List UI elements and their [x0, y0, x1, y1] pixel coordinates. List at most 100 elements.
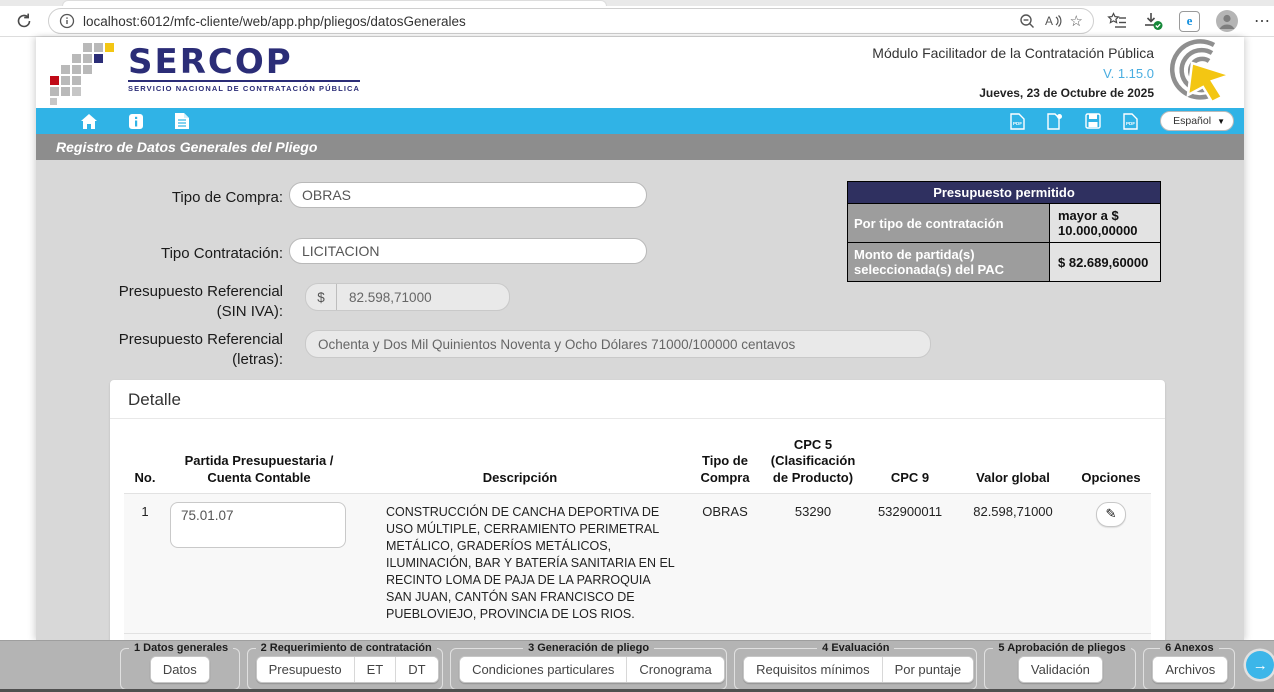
presupuesto-letras-label-line2: (letras):: [232, 351, 283, 368]
row-tipo-compra: OBRAS: [688, 502, 762, 623]
presupuesto-letras-label: Presupuesto Referencial (letras):: [93, 330, 283, 371]
arrow-right-icon: →: [1253, 657, 1268, 674]
ie-mode-icon[interactable]: e: [1179, 11, 1200, 32]
next-step-button[interactable]: →: [1246, 651, 1274, 679]
pp-row1-value: mayor a $ 10.000,00000: [1050, 204, 1160, 242]
download-icon[interactable]: [1142, 11, 1164, 31]
detalle-panel: Detalle No. Partida Presupuestaria / Cue…: [110, 380, 1165, 669]
col-no: No.: [124, 470, 166, 486]
datos-button[interactable]: Datos: [151, 657, 209, 682]
browser-action-icons: e ⋯: [1107, 9, 1271, 33]
wizard-group-datos-generales: 1 Datos generales Datos: [120, 642, 240, 690]
document-icon[interactable]: [174, 112, 190, 130]
browser-menu-icon[interactable]: ⋯: [1254, 11, 1271, 31]
presupuesto-permitido-title: Presupuesto permitido: [848, 182, 1160, 203]
read-aloud-icon[interactable]: A: [1044, 13, 1062, 29]
pp-row2-value: $ 82.689,60000: [1050, 243, 1160, 281]
content-area: Tipo de Compra: Tipo Contratación: Presu…: [36, 160, 1244, 640]
pp-row2-label: Monto de partida(s) seleccionada(s) del …: [848, 243, 1050, 281]
dt-button[interactable]: DT: [395, 657, 437, 682]
table-row: 1 75.01.07 CONSTRUCCIÓN DE CANCHA DEPORT…: [124, 493, 1151, 634]
condiciones-particulares-button[interactable]: Condiciones particulares: [460, 657, 626, 682]
presupuesto-siniva-value: 82.598,71000: [337, 290, 444, 305]
wizard-legend: 3 Generación de pliego: [523, 642, 654, 654]
col-descripcion: Descripción: [352, 470, 688, 486]
tipo-compra-input[interactable]: [289, 182, 647, 208]
refresh-icon[interactable]: [12, 9, 36, 33]
save-icon[interactable]: [1085, 113, 1101, 129]
edit-row-button[interactable]: ✎: [1096, 502, 1126, 527]
svg-text:PDF: PDF: [1013, 121, 1022, 126]
wizard-group-anexos: 6 Anexos Archivos: [1143, 642, 1235, 690]
row-descripcion: CONSTRUCCIÓN DE CANCHA DEPORTIVA DE USO …: [352, 502, 688, 623]
archivos-button[interactable]: Archivos: [1153, 657, 1227, 682]
validacion-button[interactable]: Validación: [1019, 657, 1102, 682]
favorites-list-icon[interactable]: [1107, 12, 1127, 30]
address-bar[interactable]: localhost:6012/mfc-cliente/web/app.php/p…: [48, 8, 1094, 34]
date-label: Jueves, 23 de Octubre de 2025: [872, 84, 1154, 102]
pp-row1-label: Por tipo de contratación: [848, 204, 1050, 242]
app-header: SERCOP SERVICIO NACIONAL DE CONTRATACIÓN…: [36, 37, 1244, 108]
version-label: V. 1.15.0: [872, 64, 1154, 84]
tipo-contratacion-label: Tipo Contratación:: [93, 244, 283, 264]
presupuesto-siniva-label-line2: (SIN IVA):: [217, 303, 283, 320]
por-puntaje-button[interactable]: Por puntaje: [882, 657, 974, 682]
new-document-icon[interactable]: [1047, 113, 1063, 130]
col-partida: Partida Presupuestaria / Cuenta Contable: [166, 453, 352, 486]
sercop-logo-mosaic: [50, 43, 120, 105]
row-valor-global: 82.598,71000: [956, 502, 1070, 623]
module-title: Módulo Facilitador de la Contratación Pú…: [872, 43, 1154, 64]
col-valor-global: Valor global: [956, 470, 1070, 486]
table-row: Por tipo de contratación mayor a $ 10.00…: [848, 203, 1160, 242]
home-icon[interactable]: [80, 113, 98, 130]
wizard-legend: 4 Evaluación: [817, 642, 894, 654]
app-toolbar: PDF PDF Español ▼: [36, 108, 1244, 134]
favorite-star-icon[interactable]: ☆: [1070, 14, 1083, 29]
app-window: SERCOP SERVICIO NACIONAL DE CONTRATACIÓN…: [36, 37, 1244, 640]
svg-text:A: A: [1045, 14, 1053, 28]
wizard-group-requerimiento: 2 Requerimiento de contratación Presupue…: [247, 642, 443, 690]
partida-input[interactable]: 75.01.07: [170, 502, 346, 548]
info-icon[interactable]: [128, 113, 144, 130]
page-title: Registro de Datos Generales del Pliego: [36, 134, 1244, 160]
wizard-group-aprobacion: 5 Aprobación de pliegos Validación: [984, 642, 1136, 690]
presupuesto-permitido-table: Presupuesto permitido Por tipo de contra…: [847, 181, 1161, 282]
row-no: 1: [124, 502, 166, 623]
language-select[interactable]: Español ▼: [1160, 111, 1234, 131]
table-row: Monto de partida(s) seleccionada(s) del …: [848, 242, 1160, 281]
col-cpc9: CPC 9: [864, 470, 956, 486]
language-value: Español: [1173, 115, 1211, 127]
presupuesto-button[interactable]: Presupuesto: [257, 657, 354, 682]
sercop-brand: SERCOP SERVICIO NACIONAL DE CONTRATACIÓN…: [50, 43, 360, 105]
profile-avatar[interactable]: [1215, 9, 1239, 33]
presupuesto-siniva-label: Presupuesto Referencial (SIN IVA):: [93, 282, 283, 323]
wizard-bar: 1 Datos generales Datos 2 Requerimiento …: [0, 640, 1274, 689]
col-opciones: Opciones: [1070, 470, 1152, 486]
site-info-icon[interactable]: [59, 13, 75, 29]
export-pdf-icon[interactable]: PDF: [1010, 113, 1025, 130]
presupuesto-letras-label-line1: Presupuesto Referencial: [119, 331, 283, 348]
et-button[interactable]: ET: [354, 657, 396, 682]
browser-address-row: localhost:6012/mfc-cliente/web/app.php/p…: [0, 6, 1274, 36]
currency-symbol: $: [306, 284, 337, 310]
cronograma-button[interactable]: Cronograma: [626, 657, 723, 682]
zoom-out-icon[interactable]: [1019, 13, 1036, 30]
col-tipo-compra: Tipo de Compra: [688, 453, 762, 486]
brand-name: SERCOP: [128, 45, 360, 79]
chevron-down-icon: ▼: [1217, 117, 1225, 126]
requisitos-minimos-button[interactable]: Requisitos mínimos: [744, 657, 881, 682]
wizard-legend: 6 Anexos: [1160, 642, 1219, 654]
presupuesto-letras-field: Ochenta y Dos Mil Quinientos Noventa y O…: [305, 330, 931, 358]
pdf-file-icon[interactable]: PDF: [1123, 113, 1138, 130]
pencil-icon: ✎: [1106, 506, 1117, 522]
url-text[interactable]: localhost:6012/mfc-cliente/web/app.php/p…: [83, 14, 1011, 29]
col-cpc5: CPC 5 (Clasificación de Producto): [762, 437, 864, 486]
presupuesto-siniva-label-line1: Presupuesto Referencial: [119, 283, 283, 300]
mfc-logo: [1156, 39, 1236, 105]
wizard-group-generacion-pliego: 3 Generación de pliego Condiciones parti…: [450, 642, 727, 690]
browser-chrome: localhost:6012/mfc-cliente/web/app.php/p…: [0, 0, 1274, 37]
presupuesto-siniva-field: $ 82.598,71000: [305, 283, 510, 311]
tipo-contratacion-input[interactable]: [289, 238, 647, 264]
header-info: Módulo Facilitador de la Contratación Pú…: [872, 43, 1154, 102]
wizard-legend: 2 Requerimiento de contratación: [256, 642, 437, 654]
